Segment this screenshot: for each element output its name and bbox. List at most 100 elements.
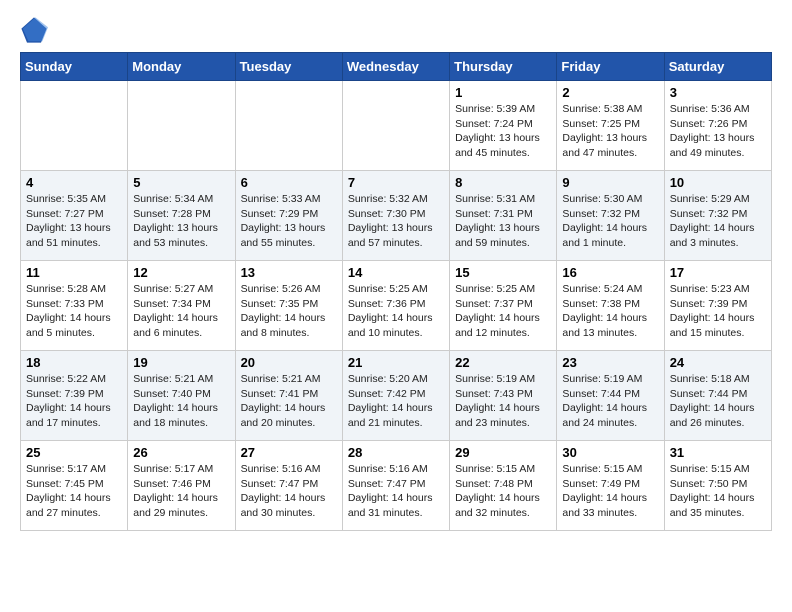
calendar-cell: 3 Sunrise: 5:36 AM Sunset: 7:26 PM Daylig…	[664, 81, 771, 171]
day-info: Sunrise: 5:16 AM Sunset: 7:47 PM Dayligh…	[241, 462, 337, 521]
day-number: 3	[670, 85, 766, 100]
calendar-cell: 22 Sunrise: 5:19 AM Sunset: 7:43 PM Dayli…	[450, 351, 557, 441]
calendar-cell: 26 Sunrise: 5:17 AM Sunset: 7:46 PM Dayli…	[128, 441, 235, 531]
calendar-cell: 5 Sunrise: 5:34 AM Sunset: 7:28 PM Daylig…	[128, 171, 235, 261]
day-number: 26	[133, 445, 229, 460]
day-number: 16	[562, 265, 658, 280]
weekday-header-sunday: Sunday	[21, 53, 128, 81]
day-info: Sunrise: 5:36 AM Sunset: 7:26 PM Dayligh…	[670, 102, 766, 161]
calendar-cell: 12Sunrise: 5:27 AM Sunset: 7:34 PM Dayli…	[128, 261, 235, 351]
calendar-cell: 24 Sunrise: 5:18 AM Sunset: 7:44 PM Dayli…	[664, 351, 771, 441]
day-info: Sunrise: 5:15 AM Sunset: 7:50 PM Dayligh…	[670, 462, 766, 521]
day-info: Sunrise: 5:22 AM Sunset: 7:39 PM Dayligh…	[26, 372, 122, 431]
day-number: 9	[562, 175, 658, 190]
calendar-week-2: 4 Sunrise: 5:35 AM Sunset: 7:27 PM Daylig…	[21, 171, 772, 261]
day-number: 18	[26, 355, 122, 370]
day-info: Sunrise: 5:15 AM Sunset: 7:48 PM Dayligh…	[455, 462, 551, 521]
day-info: Sunrise: 5:29 AM Sunset: 7:32 PM Dayligh…	[670, 192, 766, 251]
day-info: Sunrise: 5:17 AM Sunset: 7:45 PM Dayligh…	[26, 462, 122, 521]
calendar-week-4: 18 Sunrise: 5:22 AM Sunset: 7:39 PM Dayli…	[21, 351, 772, 441]
calendar-table: SundayMondayTuesdayWednesdayThursdayFrid…	[20, 52, 772, 531]
day-number: 27	[241, 445, 337, 460]
day-number: 17	[670, 265, 766, 280]
day-info: Sunrise: 5:19 AM Sunset: 7:43 PM Dayligh…	[455, 372, 551, 431]
calendar-cell: 29Sunrise: 5:15 AM Sunset: 7:48 PM Dayli…	[450, 441, 557, 531]
day-info: Sunrise: 5:25 AM Sunset: 7:37 PM Dayligh…	[455, 282, 551, 341]
weekday-header-monday: Monday	[128, 53, 235, 81]
day-info: Sunrise: 5:38 AM Sunset: 7:25 PM Dayligh…	[562, 102, 658, 161]
calendar-cell: 6 Sunrise: 5:33 AM Sunset: 7:29 PM Daylig…	[235, 171, 342, 261]
logo	[20, 16, 52, 44]
calendar-cell: 21Sunrise: 5:20 AM Sunset: 7:42 PM Dayli…	[342, 351, 449, 441]
day-number: 24	[670, 355, 766, 370]
day-info: Sunrise: 5:18 AM Sunset: 7:44 PM Dayligh…	[670, 372, 766, 431]
day-info: Sunrise: 5:24 AM Sunset: 7:38 PM Dayligh…	[562, 282, 658, 341]
day-info: Sunrise: 5:25 AM Sunset: 7:36 PM Dayligh…	[348, 282, 444, 341]
calendar-cell: 28 Sunrise: 5:16 AM Sunset: 7:47 PM Dayli…	[342, 441, 449, 531]
day-info: Sunrise: 5:34 AM Sunset: 7:28 PM Dayligh…	[133, 192, 229, 251]
calendar-cell: 25Sunrise: 5:17 AM Sunset: 7:45 PM Dayli…	[21, 441, 128, 531]
calendar-cell: 23Sunrise: 5:19 AM Sunset: 7:44 PM Dayli…	[557, 351, 664, 441]
day-number: 28	[348, 445, 444, 460]
day-number: 6	[241, 175, 337, 190]
calendar-week-1: 1 Sunrise: 5:39 AM Sunset: 7:24 PM Daylig…	[21, 81, 772, 171]
calendar-cell	[21, 81, 128, 171]
calendar-cell: 1 Sunrise: 5:39 AM Sunset: 7:24 PM Daylig…	[450, 81, 557, 171]
day-number: 2	[562, 85, 658, 100]
calendar-cell: 17 Sunrise: 5:23 AM Sunset: 7:39 PM Dayli…	[664, 261, 771, 351]
day-number: 13	[241, 265, 337, 280]
day-number: 1	[455, 85, 551, 100]
day-number: 4	[26, 175, 122, 190]
day-number: 7	[348, 175, 444, 190]
calendar-cell: 7 Sunrise: 5:32 AM Sunset: 7:30 PM Daylig…	[342, 171, 449, 261]
day-info: Sunrise: 5:26 AM Sunset: 7:35 PM Dayligh…	[241, 282, 337, 341]
day-info: Sunrise: 5:21 AM Sunset: 7:41 PM Dayligh…	[241, 372, 337, 431]
calendar-cell: 16 Sunrise: 5:24 AM Sunset: 7:38 PM Dayli…	[557, 261, 664, 351]
calendar-cell: 31 Sunrise: 5:15 AM Sunset: 7:50 PM Dayli…	[664, 441, 771, 531]
day-info: Sunrise: 5:15 AM Sunset: 7:49 PM Dayligh…	[562, 462, 658, 521]
calendar-cell: 8Sunrise: 5:31 AM Sunset: 7:31 PM Daylig…	[450, 171, 557, 261]
calendar-cell: 2 Sunrise: 5:38 AM Sunset: 7:25 PM Daylig…	[557, 81, 664, 171]
day-number: 8	[455, 175, 551, 190]
day-number: 31	[670, 445, 766, 460]
weekday-header-tuesday: Tuesday	[235, 53, 342, 81]
day-info: Sunrise: 5:35 AM Sunset: 7:27 PM Dayligh…	[26, 192, 122, 251]
logo-icon	[20, 16, 48, 44]
day-info: Sunrise: 5:21 AM Sunset: 7:40 PM Dayligh…	[133, 372, 229, 431]
day-info: Sunrise: 5:30 AM Sunset: 7:32 PM Dayligh…	[562, 192, 658, 251]
day-info: Sunrise: 5:33 AM Sunset: 7:29 PM Dayligh…	[241, 192, 337, 251]
calendar-cell: 30 Sunrise: 5:15 AM Sunset: 7:49 PM Dayli…	[557, 441, 664, 531]
calendar-week-5: 25Sunrise: 5:17 AM Sunset: 7:45 PM Dayli…	[21, 441, 772, 531]
day-info: Sunrise: 5:19 AM Sunset: 7:44 PM Dayligh…	[562, 372, 658, 431]
day-info: Sunrise: 5:23 AM Sunset: 7:39 PM Dayligh…	[670, 282, 766, 341]
calendar-cell: 14 Sunrise: 5:25 AM Sunset: 7:36 PM Dayli…	[342, 261, 449, 351]
day-number: 21	[348, 355, 444, 370]
day-number: 19	[133, 355, 229, 370]
calendar-cell: 19 Sunrise: 5:21 AM Sunset: 7:40 PM Dayli…	[128, 351, 235, 441]
calendar-cell	[235, 81, 342, 171]
calendar-cell: 10 Sunrise: 5:29 AM Sunset: 7:32 PM Dayli…	[664, 171, 771, 261]
calendar-cell: 9 Sunrise: 5:30 AM Sunset: 7:32 PM Daylig…	[557, 171, 664, 261]
day-info: Sunrise: 5:17 AM Sunset: 7:46 PM Dayligh…	[133, 462, 229, 521]
day-number: 30	[562, 445, 658, 460]
day-number: 22	[455, 355, 551, 370]
day-number: 11	[26, 265, 122, 280]
day-number: 5	[133, 175, 229, 190]
day-info: Sunrise: 5:27 AM Sunset: 7:34 PM Dayligh…	[133, 282, 229, 341]
calendar-cell: 13 Sunrise: 5:26 AM Sunset: 7:35 PM Dayli…	[235, 261, 342, 351]
weekday-header-friday: Friday	[557, 53, 664, 81]
day-info: Sunrise: 5:28 AM Sunset: 7:33 PM Dayligh…	[26, 282, 122, 341]
day-number: 15	[455, 265, 551, 280]
day-info: Sunrise: 5:32 AM Sunset: 7:30 PM Dayligh…	[348, 192, 444, 251]
calendar-cell: 27 Sunrise: 5:16 AM Sunset: 7:47 PM Dayli…	[235, 441, 342, 531]
day-number: 20	[241, 355, 337, 370]
calendar-cell	[342, 81, 449, 171]
day-info: Sunrise: 5:39 AM Sunset: 7:24 PM Dayligh…	[455, 102, 551, 161]
weekday-header-saturday: Saturday	[664, 53, 771, 81]
day-info: Sunrise: 5:16 AM Sunset: 7:47 PM Dayligh…	[348, 462, 444, 521]
calendar-cell: 11 Sunrise: 5:28 AM Sunset: 7:33 PM Dayli…	[21, 261, 128, 351]
day-number: 14	[348, 265, 444, 280]
weekday-header-wednesday: Wednesday	[342, 53, 449, 81]
day-number: 10	[670, 175, 766, 190]
weekday-header-thursday: Thursday	[450, 53, 557, 81]
